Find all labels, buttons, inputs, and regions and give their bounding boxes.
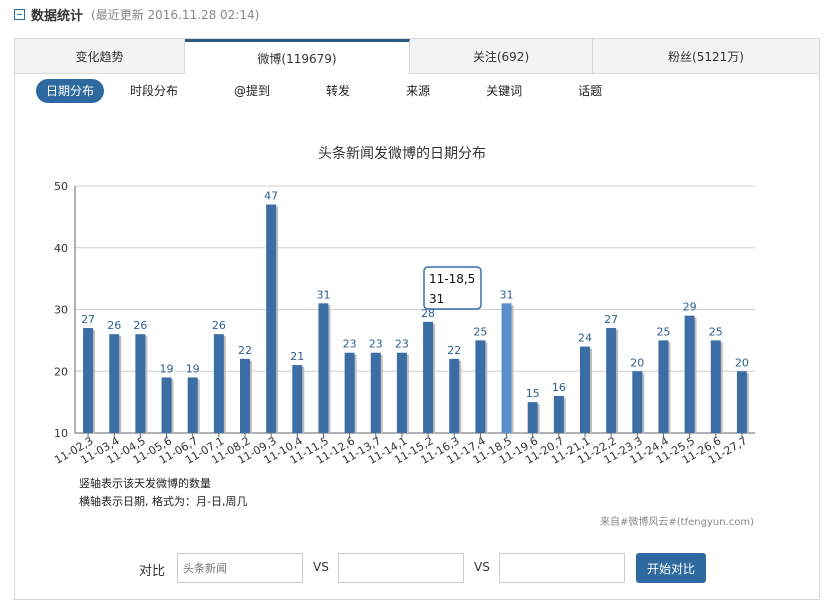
chart-title: 头条新闻发微博的日期分布: [318, 145, 486, 162]
data-label: 23: [343, 338, 357, 351]
bar[interactable]: [475, 340, 486, 433]
y-tick-label: 50: [54, 180, 68, 193]
data-label: 29: [683, 301, 697, 314]
bar[interactable]: [684, 315, 695, 433]
bar[interactable]: [292, 365, 303, 433]
bar[interactable]: [527, 402, 538, 433]
bar[interactable]: [658, 340, 669, 433]
stats-panel: 变化趋势 微博(119679) 关注(692) 粉丝(5121万) 日期分布 时…: [14, 38, 820, 600]
data-credit: 来自#微博风云#(tfengyun.com): [600, 515, 754, 528]
bar[interactable]: [161, 377, 172, 433]
y-tick-label: 20: [54, 365, 68, 378]
data-label: 19: [186, 362, 200, 375]
data-label: 27: [604, 313, 618, 326]
data-label: 31: [500, 288, 514, 301]
vs-label-1: VS: [313, 560, 329, 574]
bar[interactable]: [344, 352, 355, 433]
y-tick-label: 40: [54, 242, 68, 255]
bar[interactable]: [266, 204, 277, 433]
start-compare-button[interactable]: 开始对比: [636, 553, 706, 583]
data-label: 22: [238, 344, 252, 357]
data-label: 20: [735, 356, 749, 369]
y-tick-label: 10: [54, 427, 68, 440]
sub-tabs: 日期分布 时段分布 @提到 转发 来源 关键词 话题: [36, 79, 648, 103]
data-label: 24: [578, 332, 592, 345]
section-header: 数据统计 (最近更新 2016.11.28 02:14): [14, 4, 259, 24]
bar[interactable]: [501, 303, 512, 433]
compare-field-1[interactable]: [177, 553, 303, 583]
bar[interactable]: [213, 334, 224, 433]
data-label: 25: [709, 325, 723, 338]
bar[interactable]: [423, 321, 434, 433]
bar[interactable]: [632, 371, 643, 433]
tab-following[interactable]: 关注(692): [410, 39, 593, 73]
bar[interactable]: [83, 328, 94, 433]
date-distribution-chart: 头条新闻发微博的日期分布 10 20 30 40 50 27 26 26 19 19 26 22 47…: [52, 145, 755, 528]
bar[interactable]: [710, 340, 721, 433]
bar[interactable]: [370, 352, 381, 433]
subtab-reposts[interactable]: 转发: [316, 79, 360, 103]
subtab-date-distribution[interactable]: 日期分布: [36, 79, 105, 103]
note-vertical-axis: 竖轴表示该天发微博的数量: [79, 476, 211, 490]
bar[interactable]: [318, 303, 329, 433]
vs-label-2: VS: [474, 560, 490, 574]
tooltip-value: 31: [429, 292, 444, 306]
data-label: 15: [526, 387, 540, 400]
bar[interactable]: [396, 352, 407, 433]
data-label: 16: [552, 381, 566, 394]
data-label: 23: [395, 338, 409, 351]
section-title: 数据统计: [31, 8, 84, 24]
bar[interactable]: [240, 358, 250, 433]
data-label: 26: [133, 319, 147, 332]
tab-fans[interactable]: 粉丝(5121万): [593, 39, 819, 73]
data-label: 26: [107, 319, 121, 332]
data-label: 25: [473, 325, 487, 338]
subtab-hour-distribution[interactable]: 时段分布: [120, 79, 188, 103]
note-horizontal-axis: 横轴表示日期, 格式为：月-日,周几: [79, 494, 247, 508]
last-updated: (最近更新 2016.11.28 02:14): [91, 7, 260, 22]
data-label: 23: [369, 338, 383, 351]
data-label: 31: [316, 288, 330, 301]
subtab-topics[interactable]: 话题: [568, 79, 612, 103]
compare-field-3[interactable]: [499, 553, 625, 583]
compare-label: 对比: [139, 564, 166, 579]
compare-bar: 对比 VS VS 开始对比: [15, 551, 819, 585]
bar[interactable]: [449, 358, 460, 433]
bar[interactable]: [606, 328, 617, 433]
bar[interactable]: [580, 346, 590, 433]
compare-field-2[interactable]: [338, 553, 464, 583]
subtab-keywords[interactable]: 关键词: [476, 79, 532, 103]
data-label: 21: [290, 350, 304, 363]
subtab-mentions[interactable]: @提到: [224, 79, 280, 103]
tab-trend[interactable]: 变化趋势: [15, 39, 185, 73]
bar[interactable]: [109, 334, 120, 433]
data-label: 20: [630, 356, 644, 369]
bar[interactable]: [553, 395, 564, 433]
tooltip-category: 11-18,5: [429, 272, 475, 286]
data-label: 47: [264, 190, 278, 203]
bar[interactable]: [135, 334, 146, 433]
data-label: 27: [81, 313, 95, 326]
collapse-icon[interactable]: [14, 8, 25, 20]
tab-weibo[interactable]: 微博(119679): [185, 39, 410, 74]
data-label: 22: [447, 344, 461, 357]
bar[interactable]: [187, 377, 198, 433]
chart-tooltip: 11-18,5 31: [423, 266, 482, 310]
bar[interactable]: [736, 371, 747, 433]
subtab-sources[interactable]: 来源: [396, 79, 440, 103]
main-tabs: 变化趋势 微博(119679) 关注(692) 粉丝(5121万): [15, 39, 819, 74]
data-label: 19: [160, 362, 174, 375]
data-label: 26: [212, 319, 226, 332]
y-tick-label: 30: [54, 304, 68, 317]
data-label: 25: [656, 325, 670, 338]
